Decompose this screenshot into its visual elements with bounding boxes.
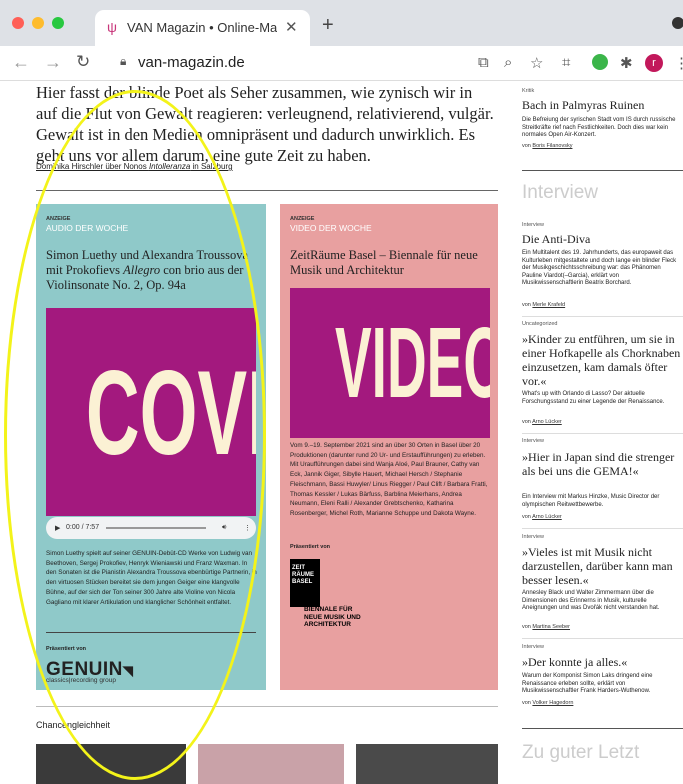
sidebar-kicker: Kritik — [522, 88, 535, 94]
sidebar-article-desc: Annesley Black und Walter Zimmermann übe… — [522, 590, 660, 612]
sidebar-kicker: Interview — [522, 438, 545, 444]
presented-by-label: Präsentiert von — [290, 544, 331, 550]
ad-kicker: VIDEO DER WOCHE — [290, 223, 372, 233]
sidebar-author[interactable]: von Boris Filanovsky — [522, 143, 572, 149]
article-thumbnail[interactable] — [356, 744, 498, 784]
share-icon[interactable]: ⧉ — [478, 54, 489, 71]
sidebar-kicker: Uncategorized — [522, 321, 558, 327]
genuin-tagline: classics|recording group — [46, 677, 116, 684]
sidebar-author[interactable]: von Martina Seeber — [522, 624, 570, 630]
screenshot-icon[interactable]: ⌗ — [562, 54, 570, 71]
audio-player[interactable]: ▶ 0:00 / 7:57 🔊︎ ⋮ — [46, 517, 256, 539]
tab-title: VAN Magazin • Online-Magazin — [127, 20, 277, 35]
video-big-word: VIDEO — [335, 307, 490, 419]
sponsor-text: BIENNALE FÜR NEUE MUSIK UND ARCHITEKTUR — [304, 606, 361, 628]
volume-icon[interactable]: 🔊︎ — [222, 524, 226, 532]
sidebar-article-title[interactable]: »Der konnte ja alles.« — [522, 655, 682, 669]
audio-progress-slider[interactable] — [106, 527, 206, 529]
article-byline-link[interactable]: Dominika Hirschler über Nonos Intolleran… — [36, 162, 233, 171]
sidebar-article-desc: Ein Multitalent des 19. Jahrhunderts, da… — [522, 250, 677, 287]
sidebar-heading: Interview — [522, 182, 599, 203]
divider — [522, 728, 683, 729]
new-tab-icon[interactable]: + — [322, 14, 334, 37]
play-icon[interactable]: ▶ — [55, 524, 60, 532]
divider — [522, 170, 683, 171]
cover-big-word: COVER — [85, 346, 256, 480]
sidebar-heading: Zu guter Letzt — [522, 742, 640, 763]
video-thumbnail[interactable]: VIDEO — [290, 288, 490, 438]
divider — [36, 190, 498, 191]
ad-label: ANZEIGE — [290, 216, 315, 222]
divider — [522, 638, 683, 639]
divider — [36, 706, 498, 707]
browser-tab[interactable]: ψ VAN Magazin • Online-Magazin ✕ — [95, 10, 310, 46]
sidebar-author[interactable]: von Arno Lücker — [522, 514, 562, 520]
ad-body: Vom 9.–19. September 2021 sind an über 3… — [290, 442, 488, 517]
close-tab-icon[interactable]: ✕ — [285, 18, 298, 36]
sidebar-article-title[interactable]: »Vieles ist mit Musik nicht darzustellen… — [522, 545, 682, 587]
sidebar-article-title[interactable]: Bach in Palmyras Ruinen — [522, 98, 682, 112]
sidebar-article-desc: Ein Interview mit Markus Hinzke, Music D… — [522, 494, 660, 508]
sidebar-article-desc: What's up with Orlando di Lasso? Der akt… — [522, 391, 665, 405]
extensions-puzzle-icon[interactable]: ✱ — [620, 54, 633, 72]
logo-corner-icon: ◥ — [122, 663, 134, 678]
sidebar-article-desc: Die Befreiung der syrischen Stadt vom IS… — [522, 117, 676, 139]
ad-label: ANZEIGE — [46, 216, 71, 222]
article-thumbnail[interactable] — [36, 744, 186, 784]
cover-artwork[interactable]: COVER — [46, 308, 256, 516]
sidebar-kicker: Interview — [522, 644, 545, 650]
player-more-icon[interactable]: ⋮ — [244, 524, 251, 532]
sidebar-article-desc: Warum der Komponist Simon Laks dringend … — [522, 673, 653, 695]
divider — [522, 316, 683, 317]
minimize-window-icon[interactable] — [32, 17, 44, 29]
sidebar-author[interactable]: von Volker Hagedorn — [522, 700, 573, 706]
article-thumbnail[interactable] — [198, 744, 344, 784]
divider — [522, 528, 683, 529]
lock-icon: 🔒︎ — [120, 54, 127, 68]
profile-avatar[interactable]: r — [645, 54, 663, 72]
logo-text: ZEIT RÄUME BASEL — [292, 565, 314, 585]
address-toolbar: ← → ↻ 🔒︎ van-magazin.de ⧉ ⌕ ☆ ⌗ ✱ r ⋮ — [0, 46, 683, 81]
reload-icon[interactable]: ↻ — [76, 52, 90, 72]
maximize-window-icon[interactable] — [52, 17, 64, 29]
sidebar-kicker: Interview — [522, 222, 545, 228]
sidebar-author[interactable]: von Arno Lücker — [522, 419, 562, 425]
sidebar-article-title[interactable]: »Kinder zu entführen, um sie in einer Ho… — [522, 332, 682, 388]
chrome-menu-icon[interactable]: ⋮ — [674, 54, 683, 72]
extension-green-icon[interactable] — [592, 54, 608, 70]
divider — [522, 433, 683, 434]
sidebar-article-title[interactable]: »Hier in Japan sind die strenger als bei… — [522, 450, 682, 478]
article-intro: Hier fasst der blinde Poet als Seher zus… — [36, 83, 494, 165]
bookmark-star-icon[interactable]: ☆ — [530, 54, 543, 72]
sidebar-author[interactable]: von Merle Krafeld — [522, 302, 565, 308]
back-arrow-icon[interactable]: ← — [12, 52, 30, 73]
sidebar-article-title[interactable]: Die Anti-Diva — [522, 232, 682, 246]
url-text: van-magazin.de — [138, 54, 245, 71]
browser-tab-bar: ψ VAN Magazin • Online-Magazin ✕ + — [0, 0, 683, 46]
audio-ad-card[interactable]: ANZEIGE AUDIO DER WOCHE Simon Luethy und… — [36, 204, 266, 690]
forward-arrow-icon[interactable]: → — [44, 52, 62, 73]
ad-title[interactable]: ZeitRäume Basel – Biennale für neue Musi… — [290, 248, 490, 278]
zoom-icon[interactable]: ⌕ — [504, 54, 512, 71]
ad-kicker: AUDIO DER WOCHE — [46, 223, 129, 233]
player-time: 0:00 / 7:57 — [66, 524, 100, 531]
sidebar-kicker: Interview — [522, 534, 545, 540]
zeitraeume-logo[interactable]: ZEIT RÄUME BASEL — [290, 559, 320, 607]
video-ad-card[interactable]: ANZEIGE VIDEO DER WOCHE ZeitRäume Basel … — [280, 204, 498, 690]
site-favicon-icon: ψ — [107, 19, 117, 35]
section-title[interactable]: Chancengleichheit — [36, 720, 110, 730]
ad-body: Simon Luethy spielt auf seiner GENUIN-De… — [46, 550, 257, 606]
profile-menu-icon[interactable] — [672, 17, 683, 29]
close-window-icon[interactable] — [12, 17, 24, 29]
ad-title[interactable]: Simon Luethy und Alexandra Troussova mit… — [46, 248, 260, 293]
divider — [46, 632, 256, 633]
presented-by-label: Präsentiert von — [46, 646, 87, 652]
